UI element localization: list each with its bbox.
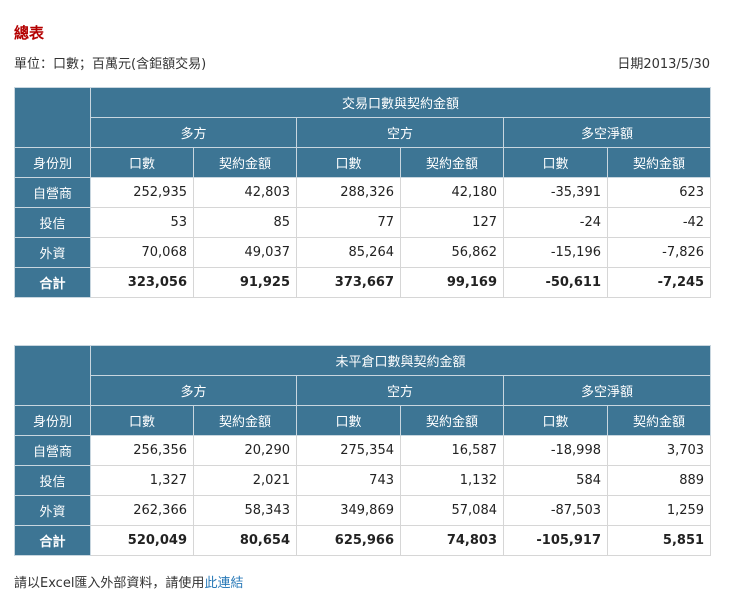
- table-cell: -7,245: [606, 267, 712, 298]
- table-cell: 53: [90, 207, 194, 238]
- row-label: 合計: [14, 267, 91, 298]
- table-row: 投信 1,327 2,021 743 1,132 584 889: [14, 465, 712, 496]
- table-row: 外資 262,366 58,343 349,869 57,084 -87,503…: [14, 495, 712, 526]
- table-cell: 252,935: [90, 177, 194, 208]
- table-cell: 889: [606, 465, 712, 496]
- table-cell: 2,021: [193, 465, 297, 496]
- table-cell: 56,862: [400, 237, 504, 268]
- trading-volume-table: 交易口數與契約金額 多方 空方 多空淨額 身份別 口數 契約金額 口數 契約金額…: [14, 87, 712, 298]
- table-cell: -7,826: [606, 237, 712, 268]
- table-cell: 5,851: [606, 525, 712, 556]
- column-header-amount: 契約金額: [193, 147, 297, 178]
- table-cell: 58,343: [193, 495, 297, 526]
- table-cell: 373,667: [296, 267, 401, 298]
- total-row: 合計 323,056 91,925 373,667 99,169 -50,611…: [14, 267, 712, 298]
- group-header-short: 空方: [296, 375, 504, 406]
- table-cell: 623: [606, 177, 712, 208]
- table-cell: -15,196: [503, 237, 608, 268]
- column-header-identity: 身份別: [14, 405, 91, 436]
- table-cell: 323,056: [90, 267, 194, 298]
- column-header-amount: 契約金額: [400, 405, 504, 436]
- table-cell: 77: [296, 207, 401, 238]
- column-header-contracts: 口數: [503, 405, 608, 436]
- table-title: 未平倉口數與契約金額: [89, 345, 712, 376]
- table-cell: 20,290: [193, 435, 297, 466]
- group-header-net: 多空淨額: [502, 117, 712, 148]
- table-cell: 49,037: [193, 237, 297, 268]
- open-interest-table: 未平倉口數與契約金額 多方 空方 多空淨額 身份別 口數 契約金額 口數 契約金…: [14, 345, 712, 556]
- row-label: 合計: [14, 525, 91, 556]
- table-cell: 91,925: [193, 267, 297, 298]
- table-cell: 3,703: [606, 435, 712, 466]
- table-cell: 16,587: [400, 435, 504, 466]
- table-row: 自營商 256,356 20,290 275,354 16,587 -18,99…: [14, 435, 712, 466]
- table-cell: 288,326: [296, 177, 401, 208]
- table-row: 外資 70,068 49,037 85,264 56,862 -15,196 -…: [14, 237, 712, 268]
- row-label: 自營商: [14, 435, 91, 466]
- table-cell: 1,259: [606, 495, 712, 526]
- table-title: 交易口數與契約金額: [89, 87, 712, 118]
- row-label: 自營商: [14, 177, 91, 208]
- table-cell: 349,869: [296, 495, 401, 526]
- table-cell: 127: [400, 207, 504, 238]
- table-cell: 85: [193, 207, 297, 238]
- table-cell: -105,917: [503, 525, 608, 556]
- table-cell: -42: [606, 207, 712, 238]
- group-header-long: 多方: [90, 117, 297, 148]
- column-header-identity: 身份別: [14, 147, 91, 178]
- page-title: 總表: [14, 24, 45, 42]
- table-cell: 262,366: [90, 495, 194, 526]
- table-cell: 520,049: [90, 525, 194, 556]
- column-header-contracts: 口數: [90, 147, 194, 178]
- column-header-contracts: 口數: [296, 405, 401, 436]
- row-label: 外資: [14, 495, 91, 526]
- table-cell: 85,264: [296, 237, 401, 268]
- corner-cell: [14, 87, 91, 148]
- table-row: 自營商 252,935 42,803 288,326 42,180 -35,39…: [14, 177, 712, 208]
- table-cell: 80,654: [193, 525, 297, 556]
- table-cell: 625,966: [296, 525, 401, 556]
- table-cell: 275,354: [296, 435, 401, 466]
- total-row: 合計 520,049 80,654 625,966 74,803 -105,91…: [14, 525, 712, 556]
- table-cell: 70,068: [90, 237, 194, 268]
- row-label: 外資: [14, 237, 91, 268]
- column-header-amount: 契約金額: [606, 405, 712, 436]
- column-header-amount: 契約金額: [193, 405, 297, 436]
- column-header-contracts: 口數: [503, 147, 608, 178]
- table-cell: -50,611: [503, 267, 608, 298]
- table-cell: 584: [503, 465, 608, 496]
- column-header-amount: 契約金額: [606, 147, 712, 178]
- column-header-contracts: 口數: [90, 405, 194, 436]
- table-cell: -24: [503, 207, 608, 238]
- table-cell: 256,356: [90, 435, 194, 466]
- table-row: 投信 53 85 77 127 -24 -42: [14, 207, 712, 238]
- table-cell: -87,503: [503, 495, 608, 526]
- table-cell: 1,327: [90, 465, 194, 496]
- table-cell: 1,132: [400, 465, 504, 496]
- corner-cell: [14, 345, 91, 406]
- table-cell: 743: [296, 465, 401, 496]
- table-cell: -35,391: [503, 177, 608, 208]
- table-cell: 99,169: [400, 267, 504, 298]
- column-header-amount: 契約金額: [400, 147, 504, 178]
- footer-text: 請以Excel匯入外部資料，請使用: [14, 576, 205, 591]
- unit-note: 單位：口數；百萬元(含鉅額交易): [14, 57, 207, 72]
- table-cell: 42,803: [193, 177, 297, 208]
- row-label: 投信: [14, 465, 91, 496]
- group-header-net: 多空淨額: [502, 375, 712, 406]
- table-cell: -18,998: [503, 435, 608, 466]
- excel-import-link[interactable]: 此連結: [204, 576, 243, 591]
- date-label: 日期2013/5/30: [617, 57, 710, 72]
- table-cell: 42,180: [400, 177, 504, 208]
- group-header-short: 空方: [296, 117, 504, 148]
- row-label: 投信: [14, 207, 91, 238]
- table-cell: 57,084: [400, 495, 504, 526]
- table-cell: 74,803: [400, 525, 504, 556]
- column-header-contracts: 口數: [296, 147, 401, 178]
- group-header-long: 多方: [90, 375, 297, 406]
